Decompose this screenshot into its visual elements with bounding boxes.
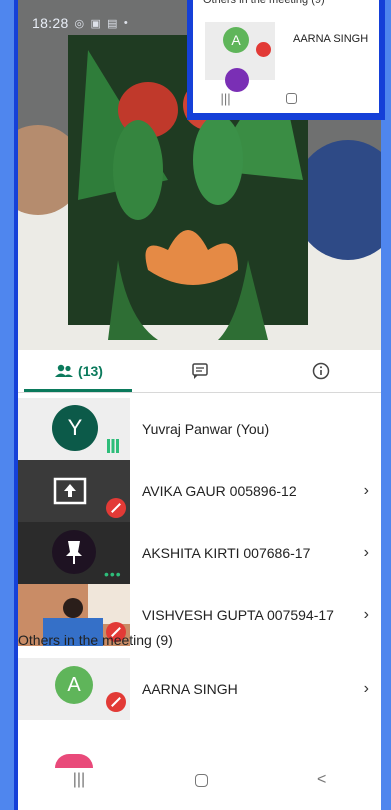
pin-icon	[66, 541, 82, 564]
tab-people[interactable]: (13)	[18, 350, 139, 392]
participant-row[interactable]: AVIKA GAUR 005896-12 ›	[18, 460, 381, 522]
pip-participant-name: AARNA SINGH	[293, 33, 369, 45]
more-dots-icon: •••	[104, 566, 122, 582]
participant-avatar: Y	[52, 405, 98, 451]
chevron-right-icon: ›	[363, 680, 369, 697]
pip-mute-icon	[256, 42, 271, 57]
dot-icon: •	[123, 17, 129, 29]
home-button[interactable]	[194, 773, 208, 787]
participant-name: AARNA SINGH	[142, 681, 238, 697]
info-icon	[312, 362, 329, 380]
speaking-indicator-icon	[107, 439, 119, 453]
participant-thumb: A	[18, 658, 130, 720]
tab-chat[interactable]	[139, 350, 260, 392]
tab-info[interactable]	[260, 350, 381, 392]
participants-panel: (13) Y Yuvraj Panwar (You) AVIKA GAUR 00…	[18, 350, 381, 810]
participant-name: AVIKA GAUR 005896-12	[142, 483, 297, 499]
mute-icon	[106, 498, 126, 518]
tab-bar: (13)	[18, 350, 381, 393]
status-time: 18:28	[32, 15, 69, 31]
picture-in-picture[interactable]: Others in the meeting (9) A AARNA SINGH …	[193, 0, 379, 113]
participant-thumb	[18, 460, 130, 522]
mute-icon	[106, 692, 126, 712]
participant-thumb: Y	[18, 398, 130, 460]
participant-row[interactable]: ••• AKSHITA KIRTI 007686-17 ›	[18, 522, 381, 584]
back-button[interactable]: <	[317, 771, 326, 789]
participant-avatar: A	[55, 666, 93, 704]
pip-nav: |||	[193, 84, 379, 113]
people-count: (13)	[78, 363, 103, 379]
whatsapp-icon: ◎	[74, 17, 85, 30]
chat-icon	[191, 363, 208, 379]
active-tab-indicator	[24, 389, 132, 392]
chevron-right-icon: ›	[363, 482, 369, 499]
participant-avatar	[52, 530, 96, 574]
pip-avatar: A	[223, 27, 249, 53]
participant-row[interactable]: Y Yuvraj Panwar (You)	[18, 398, 381, 460]
recents-button[interactable]: |||	[73, 771, 85, 789]
people-icon	[55, 364, 74, 377]
pip-header: Others in the meeting (9)	[203, 0, 325, 6]
participant-name: Yuvraj Panwar (You)	[142, 421, 270, 437]
pip-home-icon	[285, 93, 297, 104]
participant-name: AKSHITA KIRTI 007686-17	[142, 545, 311, 561]
pip-recents-icon: |||	[220, 91, 231, 106]
system-nav-bar: ||| <	[18, 750, 381, 810]
message-icon: ▤	[107, 17, 118, 30]
gallery-icon: ▣	[90, 17, 102, 30]
chevron-right-icon: ›	[363, 544, 369, 561]
status-bar: 18:28 ◎ ▣ ▤ •	[32, 15, 128, 31]
participant-thumb: •••	[18, 522, 130, 584]
others-header: Others in the meeting (9)	[18, 632, 173, 648]
participant-row[interactable]: A AARNA SINGH ›	[18, 658, 381, 720]
